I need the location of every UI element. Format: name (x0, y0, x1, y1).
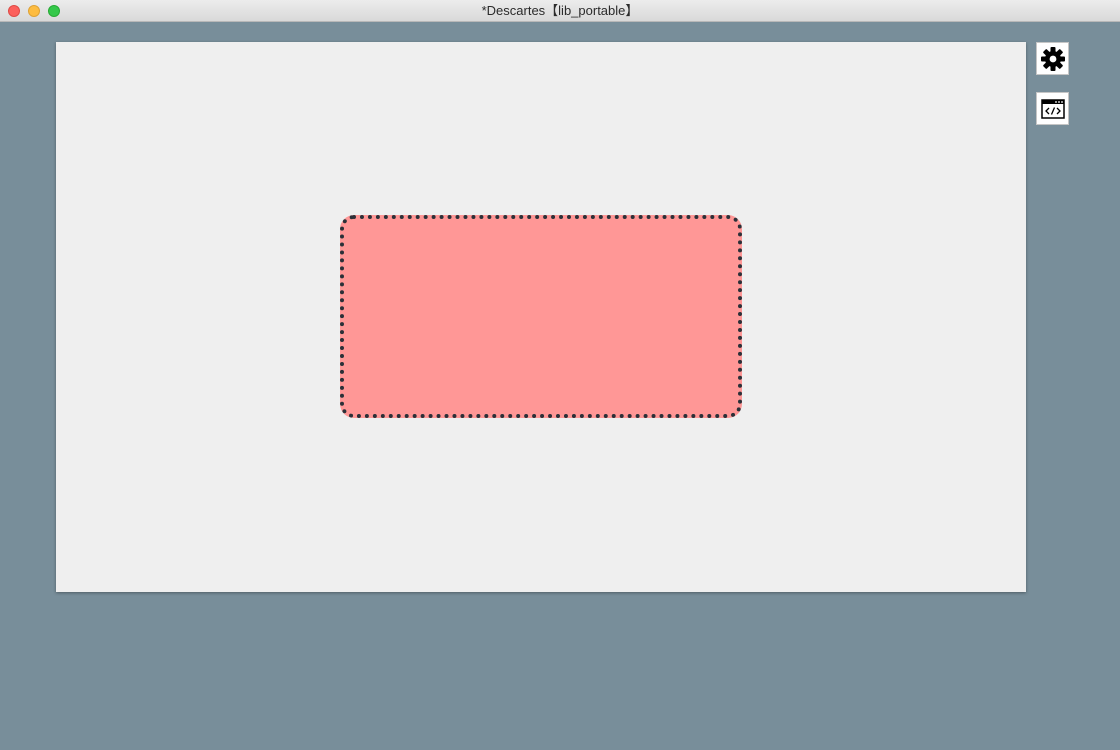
title-bar: *Descartes【lib_portable】 (0, 0, 1120, 22)
scene-canvas[interactable] (56, 42, 1026, 592)
gear-icon (1040, 46, 1066, 72)
settings-button[interactable] (1036, 42, 1069, 75)
window-title: *Descartes【lib_portable】 (481, 3, 639, 18)
rounded-rectangle-shape[interactable] (340, 215, 742, 418)
code-button[interactable] (1036, 92, 1069, 125)
code-window-icon (1040, 98, 1065, 120)
